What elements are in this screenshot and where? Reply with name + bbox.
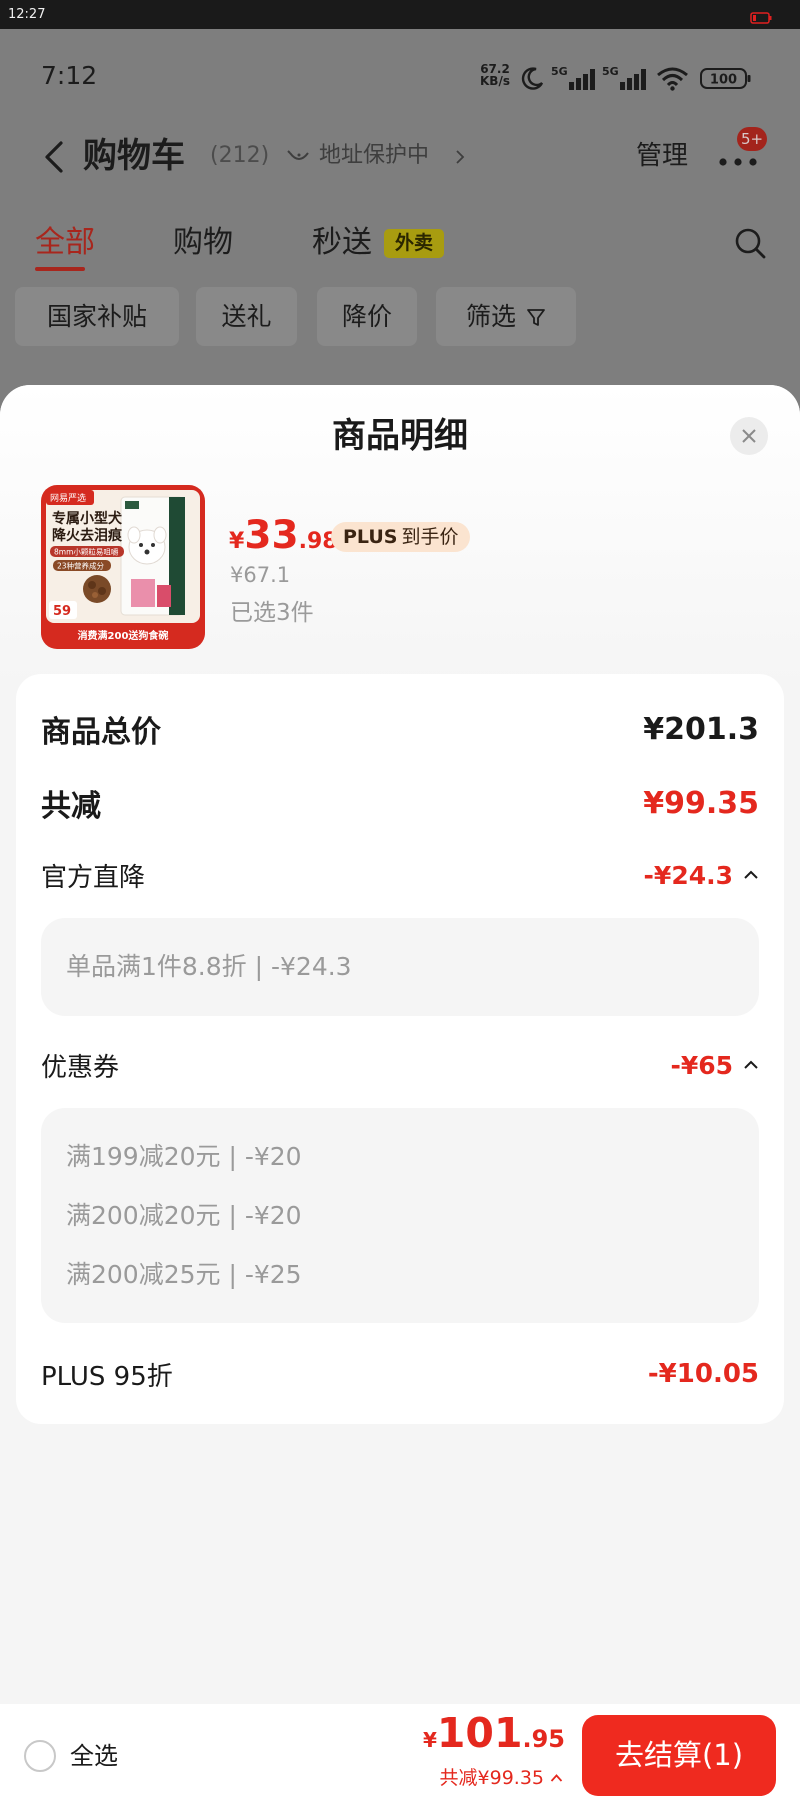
plus-tag-label: PLUS: [343, 526, 398, 548]
product-headline: 降火去泪痕: [52, 527, 123, 544]
official-discount-details: 单品满1件8.8折 | -¥24.3: [41, 918, 759, 1016]
discount-summary-toggle[interactable]: 共减¥99.35: [440, 1767, 563, 1789]
plus-discount-value: -¥10.05: [647, 1359, 759, 1389]
signal-label: 5G: [551, 65, 568, 78]
battery-icon: 100: [700, 68, 752, 89]
more-icon[interactable]: [718, 152, 758, 166]
price-currency: ¥: [229, 529, 245, 554]
filter-chip-subsidy[interactable]: 国家补贴: [15, 287, 179, 346]
discount-summary: 共减¥99.35: [439, 1767, 544, 1789]
select-all-radio[interactable]: [24, 1740, 56, 1772]
filter-chip-gift[interactable]: 送礼: [196, 287, 297, 346]
filter-chip-label: 国家补贴: [46, 302, 147, 331]
status-time: 7:12: [41, 61, 98, 90]
sheet-title: 商品明细: [332, 416, 468, 456]
signal-icon: 5G: [551, 65, 597, 91]
signal-label: 5G: [602, 65, 619, 78]
tab-badge: 外卖: [384, 229, 444, 258]
total-price-value: ¥201.3: [643, 711, 759, 747]
filter-chip-price-drop[interactable]: 降价: [317, 287, 417, 346]
chevron-up-icon: [550, 1774, 563, 1782]
coupon-detail-item: 满200减25元 | -¥25: [66, 1260, 302, 1289]
chevron-up-icon: [743, 1060, 759, 1070]
filter-icon: [526, 307, 546, 327]
price-breakdown-card: 商品总价 ¥201.3 共减 ¥99.35 官方直降 -¥24.3 单品满1件8…: [16, 674, 784, 1424]
plus-discount-row: PLUS 95折 -¥10.05: [41, 1359, 759, 1392]
address-protect-icon[interactable]: [287, 149, 311, 165]
total-amount: ¥101.95: [423, 1708, 565, 1767]
wifi-icon: [656, 67, 689, 91]
battery-level: 100: [710, 73, 737, 88]
filter-chip-label: 降价: [341, 302, 392, 331]
product-promo-banner: 消费满200送狗食碗: [78, 629, 169, 642]
coupon-row[interactable]: 优惠券 -¥65: [41, 1050, 759, 1083]
select-all-label[interactable]: 全选: [70, 1741, 118, 1771]
close-icon: [741, 428, 757, 444]
close-button[interactable]: [730, 417, 768, 455]
network-speed: 67.2 KB/s: [474, 63, 516, 87]
price-integer: 33: [244, 513, 299, 558]
item-details-sheet: 商品明细 网易严选 专属小型犬 降火去泪痕 8mm小颗粒易咀嚼 23种营养成分 …: [0, 385, 800, 1807]
filter-chip-filter[interactable]: 筛选: [436, 287, 576, 346]
product-feature: 23种营养成分: [57, 561, 105, 571]
network-speed-unit: KB/s: [480, 74, 510, 88]
official-discount-label: 官方直降: [41, 862, 146, 893]
notification-badge: 5+: [737, 127, 767, 151]
battery-icon: [750, 9, 772, 24]
address-protect-link[interactable]: 地址保护中: [319, 142, 429, 170]
tab-instant-delivery[interactable]: 秒送: [312, 225, 372, 261]
official-discount-toggle[interactable]: -¥24.3: [644, 861, 759, 890]
coupon-details: 满199减20元 | -¥20 满200减20元 | -¥20 满200减25元…: [41, 1108, 759, 1323]
total-discount-value: ¥99.35: [643, 785, 759, 821]
coupon-label: 优惠券: [41, 1052, 120, 1083]
official-discount-row[interactable]: 官方直降 -¥24.3: [41, 860, 759, 893]
page-title: 购物车: [83, 136, 185, 176]
cart-count: (212): [210, 143, 270, 168]
filter-chip-label: 筛选: [465, 302, 516, 331]
moon-icon: [521, 66, 545, 90]
device-time: 12:27: [8, 7, 46, 22]
tab-shopping[interactable]: 购物: [173, 225, 233, 261]
official-discount-value: -¥24.3: [643, 860, 733, 890]
product-tag-price: 59: [53, 604, 71, 619]
selected-count: 已选3件: [230, 600, 314, 626]
checkout-button[interactable]: 去结算(1): [582, 1715, 776, 1796]
total-discount-row: 共减 ¥99.35: [41, 785, 759, 825]
manage-button[interactable]: 管理: [636, 141, 688, 171]
total-price-row: 商品总价 ¥201.3: [41, 711, 759, 751]
plus-discount-label: PLUS 95折: [41, 1361, 173, 1392]
search-icon[interactable]: [734, 227, 767, 260]
chevron-up-icon: [743, 870, 759, 880]
back-icon[interactable]: [43, 140, 65, 174]
total-discount-label: 共减: [41, 789, 101, 824]
plus-price-tag: PLUS 到手价: [331, 522, 471, 552]
coupon-detail-item: 满199减20元 | -¥20: [66, 1142, 302, 1171]
total-integer: 101: [436, 1709, 523, 1757]
plus-tag-suffix: 到手价: [401, 526, 459, 548]
coupon-value: -¥65: [670, 1050, 733, 1080]
signal-icon: 5G: [602, 65, 648, 91]
total-decimal: .95: [522, 1725, 565, 1753]
chevron-right-icon: [455, 149, 465, 164]
total-currency: ¥: [422, 1728, 437, 1752]
device-status-bar: 12:27: [0, 0, 800, 29]
filter-chip-label: 送礼: [221, 302, 272, 331]
product-price: ¥33.98: [229, 513, 338, 566]
discount-detail-item: 单品满1件8.8折 | -¥24.3: [66, 952, 352, 981]
checkout-bar: 全选 ¥101.95 共减¥99.35 去结算(1): [0, 1704, 800, 1807]
product-image[interactable]: 网易严选 专属小型犬 降火去泪痕 8mm小颗粒易咀嚼 23种营养成分 59 消费…: [41, 485, 205, 649]
coupon-detail-item: 满200减20元 | -¥20: [66, 1201, 302, 1230]
product-feature: 8mm小颗粒易咀嚼: [54, 547, 119, 557]
tab-active-indicator: [35, 267, 85, 271]
total-price-label: 商品总价: [41, 715, 161, 750]
product-brand-logo: 网易严选: [50, 492, 86, 504]
coupon-toggle[interactable]: -¥65: [670, 1051, 759, 1080]
product-headline: 专属小型犬: [52, 510, 123, 527]
tab-all[interactable]: 全部: [35, 225, 95, 261]
original-price: ¥67.1: [230, 563, 291, 587]
